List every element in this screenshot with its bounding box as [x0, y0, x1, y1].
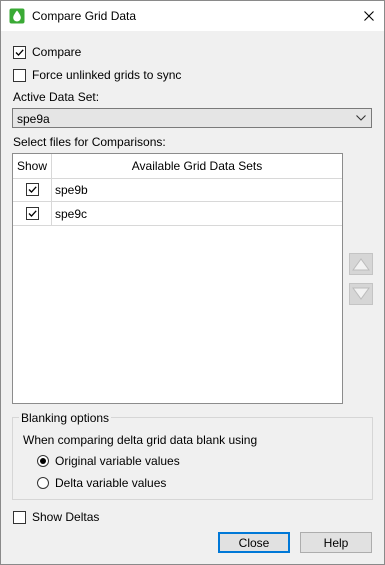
close-button[interactable]: Close — [218, 532, 290, 553]
active-data-set-select[interactable]: spe9a — [12, 108, 372, 128]
table-row[interactable]: spe9b — [13, 178, 342, 202]
checkmark-icon — [28, 210, 37, 217]
select-files-label: Select files for Comparisons: — [13, 135, 166, 149]
triangle-up-icon — [352, 258, 370, 271]
title-bar: Compare Grid Data — [1, 1, 384, 31]
move-up-button[interactable] — [349, 253, 373, 275]
show-checkbox[interactable] — [25, 183, 39, 196]
blanking-description: When comparing delta grid data blank usi… — [23, 433, 258, 447]
table-row[interactable]: spe9c — [13, 202, 342, 226]
show-deltas-label: Show Deltas — [32, 510, 100, 524]
radio-original-label: Original variable values — [55, 454, 180, 468]
column-header-show[interactable]: Show — [13, 154, 52, 178]
checkmark-icon — [28, 186, 37, 193]
show-checkbox[interactable] — [25, 207, 39, 220]
radio-original-values[interactable] — [37, 455, 49, 467]
show-cell — [13, 178, 52, 201]
force-sync-label: Force unlinked grids to sync — [32, 68, 182, 82]
triangle-down-icon — [352, 287, 370, 300]
force-sync-checkbox[interactable] — [13, 68, 26, 82]
force-sync-checkbox-row[interactable]: Force unlinked grids to sync — [13, 68, 181, 82]
radio-delta-row[interactable]: Delta variable values — [37, 476, 166, 490]
close-window-button[interactable] — [354, 1, 384, 31]
app-drop-icon — [9, 8, 25, 24]
radio-delta-label: Delta variable values — [55, 476, 167, 490]
compare-label: Compare — [32, 45, 82, 59]
compare-grid-data-dialog: Compare Grid Data Compare Force unlinked… — [0, 0, 385, 565]
active-data-set-label: Active Data Set: — [13, 90, 100, 104]
show-cell — [13, 202, 52, 225]
grid-data-sets-table: Show Available Grid Data Sets spe9b spe9… — [12, 153, 343, 404]
radio-original-row[interactable]: Original variable values — [37, 454, 180, 468]
column-header-data-sets[interactable]: Available Grid Data Sets — [52, 154, 342, 178]
radio-selected-dot — [40, 458, 46, 464]
chevron-down-icon — [356, 115, 366, 121]
compare-checkbox[interactable] — [13, 45, 26, 59]
show-deltas-checkbox-row[interactable]: Show Deltas — [13, 510, 99, 524]
radio-delta-values[interactable] — [37, 477, 49, 489]
table-header: Show Available Grid Data Sets — [13, 154, 342, 179]
help-button[interactable]: Help — [300, 532, 372, 553]
blanking-options-title: Blanking options — [19, 411, 112, 425]
move-down-button[interactable] — [349, 283, 373, 305]
data-set-name: spe9c — [55, 207, 88, 221]
show-deltas-checkbox[interactable] — [13, 510, 26, 524]
active-data-set-value: spe9a — [17, 112, 50, 126]
window-title: Compare Grid Data — [32, 9, 137, 23]
close-icon — [364, 11, 374, 21]
data-set-name: spe9b — [55, 183, 88, 197]
compare-checkbox-row[interactable]: Compare — [13, 45, 81, 59]
checkmark-icon — [15, 48, 24, 56]
